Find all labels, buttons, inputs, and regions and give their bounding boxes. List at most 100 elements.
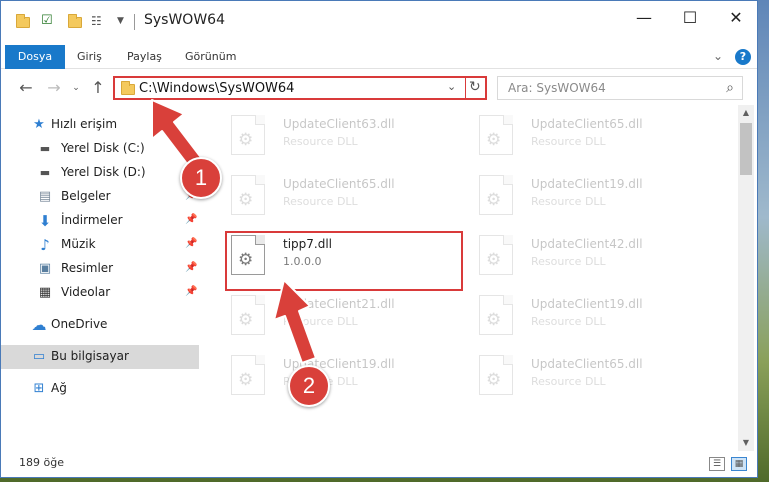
sidebar-item-label: Videolar: [61, 285, 111, 299]
scroll-down-icon[interactable]: ▼: [738, 435, 754, 451]
sidebar-item-quick-access[interactable]: ★ Hızlı erişim: [1, 113, 199, 137]
sidebar-item-documents[interactable]: ▤ Belgeler 📌: [1, 185, 199, 209]
maximize-button[interactable]: ☐: [667, 1, 713, 33]
sidebar-item-label: Bu bilgisayar: [51, 349, 129, 363]
tab-share[interactable]: Paylaş: [121, 45, 168, 69]
file-description: Resource DLL: [531, 375, 606, 388]
file-item[interactable]: ⚙ UpdateClient65.dll Resource DLL: [469, 111, 709, 161]
file-highlight-box: [225, 231, 463, 291]
sidebar-item-music[interactable]: ♪ Müzik 📌: [1, 233, 199, 257]
file-name: UpdateClient19.dll: [531, 297, 643, 311]
file-item[interactable]: ⚙ UpdateClient42.dll Resource DLL: [469, 231, 709, 281]
sidebar-item-label: Hızlı erişim: [51, 117, 118, 131]
pictures-icon: ▣: [38, 261, 52, 276]
sidebar-item-pictures[interactable]: ▣ Resimler 📌: [1, 257, 199, 281]
downloads-icon: ⬇: [38, 212, 52, 230]
back-arrow-icon[interactable]: ←: [15, 77, 37, 99]
file-name: UpdateClient19.dll: [531, 177, 643, 191]
sidebar-item-label: Yerel Disk (D:): [61, 165, 146, 179]
recent-chevron-icon[interactable]: ⌄: [65, 77, 87, 99]
sidebar-item-label: Müzik: [61, 237, 96, 251]
cloud-icon: ☁: [31, 316, 47, 334]
window-title: SysWOW64: [144, 12, 225, 28]
scrollbar-thumb[interactable]: [740, 123, 752, 175]
pin-icon[interactable]: 📌: [185, 238, 197, 249]
title-bar: ☑ ☷ ▼ SysWOW64 — ☐ ✕: [1, 1, 757, 41]
step-1-badge: 1: [180, 157, 222, 199]
file-name: UpdateClient21.dll: [283, 297, 395, 311]
star-icon: ★: [33, 117, 45, 132]
search-input[interactable]: Ara: SysWOW64 ⌕: [497, 76, 743, 100]
chevron-down-icon[interactable]: ▼: [117, 13, 133, 29]
dll-file-icon: ⚙: [479, 115, 513, 155]
new-folder-icon[interactable]: [67, 13, 83, 29]
pin-icon[interactable]: 📌: [185, 214, 197, 225]
sidebar-item-label: Belgeler: [61, 189, 111, 203]
dll-file-icon: ⚙: [479, 235, 513, 275]
sidebar-item-network[interactable]: ⊞ Ağ: [1, 377, 199, 401]
details-view-icon[interactable]: ☰: [709, 457, 725, 471]
file-name: UpdateClient63.dll: [283, 117, 395, 131]
up-arrow-icon[interactable]: ↑: [87, 77, 109, 99]
close-button[interactable]: ✕: [713, 1, 759, 33]
address-path[interactable]: C:\Windows\SysWOW64: [139, 81, 294, 96]
file-item[interactable]: ⚙ UpdateClient63.dll Resource DLL: [221, 111, 461, 161]
drive-icon: ▬: [39, 166, 51, 179]
documents-icon: ▤: [38, 189, 52, 204]
item-count: 189 öğe: [19, 456, 64, 469]
title-separator: [134, 14, 135, 30]
file-name: UpdateClient65.dll: [531, 357, 643, 371]
tab-view[interactable]: Görünüm: [179, 45, 242, 69]
tiles-view-icon[interactable]: ▦: [731, 457, 747, 471]
file-name: UpdateClient65.dll: [283, 177, 395, 191]
file-description: Resource DLL: [283, 135, 358, 148]
tab-file[interactable]: Dosya: [5, 45, 65, 69]
dll-file-icon: ⚙: [479, 295, 513, 335]
file-item[interactable]: ⚙ UpdateClient19.dll Resource DLL: [469, 171, 709, 221]
forward-arrow-icon[interactable]: →: [43, 77, 65, 99]
file-item[interactable]: ⚙ UpdateClient19.dll Resource DLL: [469, 291, 709, 341]
refresh-icon[interactable]: ↻: [469, 79, 481, 95]
pin-icon[interactable]: 📌: [185, 262, 197, 273]
sidebar-item-drive-c[interactable]: ▬ Yerel Disk (C:): [1, 137, 199, 161]
sidebar-item-label: OneDrive: [51, 317, 108, 331]
status-bar: 189 öğe ☰ ▦: [1, 451, 757, 477]
navigation-pane: ★ Hızlı erişim ▬ Yerel Disk (C:) ▬ Yerel…: [1, 109, 201, 445]
file-item[interactable]: ⚙ UpdateClient65.dll Resource DLL: [221, 171, 461, 221]
file-item[interactable]: ⚙ UpdateClient65.dll Resource DLL: [469, 351, 709, 401]
dll-file-icon: ⚙: [479, 355, 513, 395]
network-icon: ⊞: [33, 381, 45, 396]
sidebar-item-label: Resimler: [61, 261, 114, 275]
sidebar-item-label: Ağ: [51, 381, 67, 395]
tab-home[interactable]: Giriş: [71, 45, 108, 69]
scroll-up-icon[interactable]: ▲: [738, 105, 754, 121]
chevron-down-icon[interactable]: ⌄: [447, 80, 456, 93]
search-icon[interactable]: ⌕: [726, 80, 734, 96]
file-description: Resource DLL: [283, 195, 358, 208]
file-description: Resource DLL: [531, 255, 606, 268]
sidebar-item-videos[interactable]: ▦ Videolar 📌: [1, 281, 199, 305]
explorer-window: ☑ ☷ ▼ SysWOW64 — ☐ ✕ Dosya Giriş Paylaş …: [0, 0, 758, 478]
sidebar-item-onedrive[interactable]: ☁ OneDrive: [1, 313, 199, 337]
customize-qa-icon[interactable]: ☷: [91, 13, 107, 29]
minimize-button[interactable]: —: [621, 1, 667, 33]
sidebar-item-downloads[interactable]: ⬇ İndirmeler 📌: [1, 209, 199, 233]
ribbon-tabs: Dosya Giriş Paylaş Görünüm ⌄ ?: [1, 45, 757, 69]
properties-icon[interactable]: ☑: [41, 13, 57, 29]
dll-file-icon: ⚙: [231, 355, 265, 395]
address-bar[interactable]: C:\Windows\SysWOW64 ⌄ ↻: [113, 76, 487, 100]
sidebar-item-label: Yerel Disk (C:): [61, 141, 145, 155]
file-description: Resource DLL: [531, 195, 606, 208]
sidebar-item-drive-d[interactable]: ▬ Yerel Disk (D:): [1, 161, 199, 185]
file-name: UpdateClient42.dll: [531, 237, 643, 251]
help-icon[interactable]: ?: [735, 49, 751, 65]
step-2-badge: 2: [288, 365, 330, 407]
vertical-scrollbar[interactable]: ▲ ▼: [738, 105, 754, 451]
file-description: Resource DLL: [531, 315, 606, 328]
file-item[interactable]: ⚙ UpdateClient21.dll Resource DLL: [221, 291, 461, 341]
file-item[interactable]: ⚙ UpdateClient19.dll Resource DLL: [221, 351, 461, 401]
file-description: Resource DLL: [283, 315, 358, 328]
pin-icon[interactable]: 📌: [185, 286, 197, 297]
sidebar-item-this-pc[interactable]: ▭ Bu bilgisayar: [1, 345, 199, 369]
chevron-down-icon[interactable]: ⌄: [713, 49, 723, 63]
